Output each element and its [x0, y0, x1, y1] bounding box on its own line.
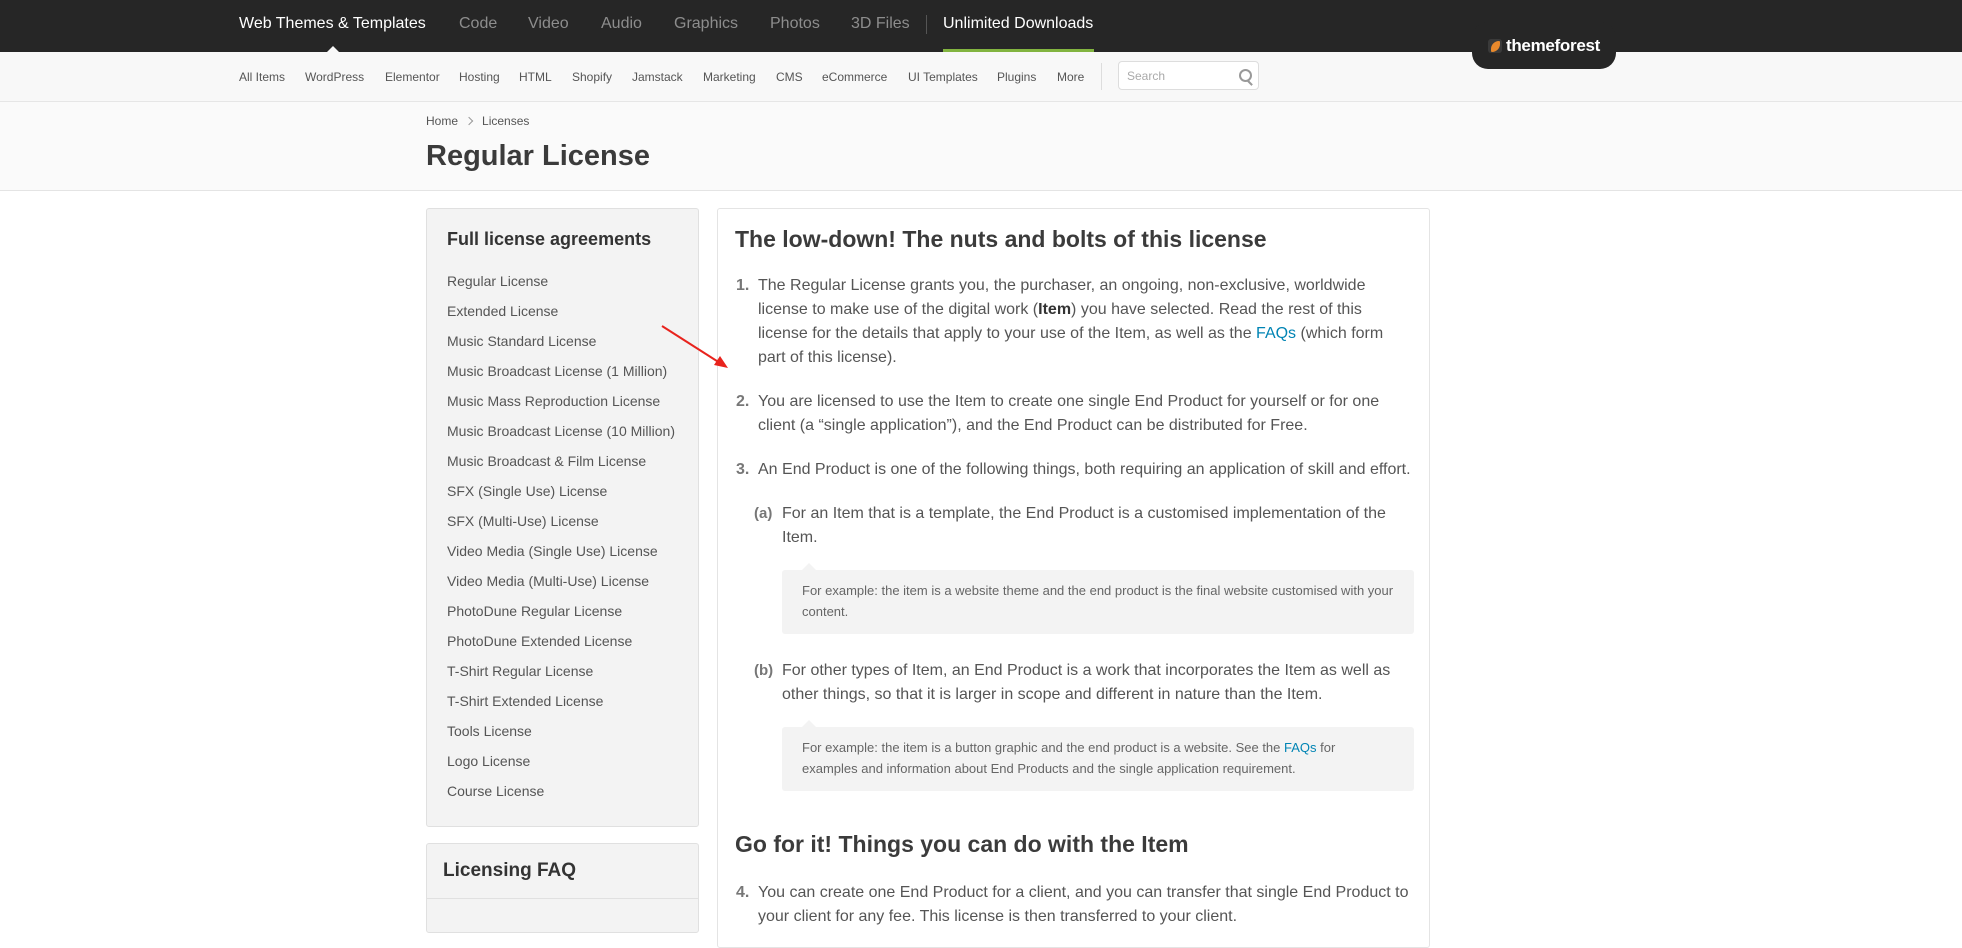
sidebar-item-music-standard[interactable]: Music Standard License [447, 333, 596, 349]
category-graphics[interactable]: Graphics [674, 15, 738, 33]
clause-number-2: 2. [736, 393, 750, 410]
sidebar-item-logo[interactable]: Logo License [447, 753, 530, 769]
subnav-more[interactable]: More [1057, 70, 1084, 84]
clause-number-3b: (b) [754, 662, 774, 679]
sidebar-item-music-broadcast-1m[interactable]: Music Broadcast License (1 Million) [447, 363, 667, 379]
page-title: Regular License [426, 140, 651, 172]
sidebar-item-video-multi[interactable]: Video Media (Multi-Use) License [447, 573, 649, 589]
clause-3: An End Product is one of the following t… [758, 461, 1411, 478]
category-divider [926, 15, 927, 34]
license-content: The low-down! The nuts and bolts of this… [717, 208, 1430, 948]
sidebar-item-music-broadcast-10m[interactable]: Music Broadcast License (10 Million) [447, 423, 675, 439]
sidebar-item-tools[interactable]: Tools License [447, 723, 532, 739]
breadcrumb-licenses[interactable]: Licenses [482, 114, 529, 128]
licensing-faq-title: Licensing FAQ [443, 860, 577, 881]
subnav-elementor[interactable]: Elementor [385, 70, 440, 84]
faqs-link[interactable]: FAQs [1256, 325, 1296, 342]
sidebar-item-sfx-single[interactable]: SFX (Single Use) License [447, 483, 607, 499]
example-note-graphic: For example: the item is a button graphi… [782, 720, 1414, 791]
section-heading-go-for-it: Go for it! Things you can do with the It… [735, 831, 1189, 857]
breadcrumb: Home Licenses [426, 114, 529, 128]
subnav-ui-templates[interactable]: UI Templates [908, 70, 978, 84]
search-icon[interactable] [1239, 69, 1252, 82]
subnav-hosting[interactable]: Hosting [459, 70, 500, 84]
subnav-html[interactable]: HTML [519, 70, 552, 84]
leaf-logo-icon [1487, 38, 1502, 53]
license-agreements-sidebar: Full license agreements Regular License … [426, 208, 699, 827]
breadcrumb-home[interactable]: Home [426, 114, 458, 128]
red-arrow-icon [661, 325, 728, 368]
subnav-plugins[interactable]: Plugins [997, 70, 1036, 84]
subnav-divider [1101, 63, 1102, 90]
sidebar-item-photodune-regular[interactable]: PhotoDune Regular License [447, 603, 622, 619]
sidebar-item-video-single[interactable]: Video Media (Single Use) License [447, 543, 658, 559]
sidebar-title: Full license agreements [447, 229, 652, 249]
sidebar-item-sfx-multi[interactable]: SFX (Multi-Use) License [447, 513, 599, 529]
unlimited-downloads-link[interactable]: Unlimited Downloads [943, 15, 1093, 33]
licensing-faq-panel: Licensing FAQ [426, 843, 699, 933]
clause-1-item-bold: Item [1038, 301, 1072, 318]
clause-number-3: 3. [736, 461, 750, 478]
clause-2: You are licensed to use the Item to crea… [758, 393, 1380, 434]
category-code[interactable]: Code [459, 15, 497, 33]
subnav-shopify[interactable]: Shopify [572, 70, 612, 84]
clause-number-4: 4. [736, 884, 750, 901]
clause-3b: For other types of Item, an End Product … [782, 662, 1391, 703]
sidebar-item-course[interactable]: Course License [447, 783, 544, 799]
clause-number-1: 1. [736, 277, 750, 294]
subnav-ecommerce[interactable]: eCommerce [822, 70, 887, 84]
subnav-cms[interactable]: CMS [776, 70, 803, 84]
subnav-wordpress[interactable]: WordPress [305, 70, 364, 84]
section-heading-lowdown: The low-down! The nuts and bolts of this… [735, 226, 1267, 252]
sidebar-item-music-broadcast-film[interactable]: Music Broadcast & Film License [447, 453, 646, 469]
subnav-jamstack[interactable]: Jamstack [632, 70, 683, 84]
sidebar-item-music-mass-reproduction[interactable]: Music Mass Reproduction License [447, 393, 660, 409]
search-input[interactable] [1119, 62, 1237, 89]
subnav-all-items[interactable]: All Items [239, 70, 285, 84]
brand-name: themeforest [1505, 35, 1600, 55]
subnav-marketing[interactable]: Marketing [703, 70, 756, 84]
sidebar-item-tshirt-regular[interactable]: T-Shirt Regular License [447, 663, 593, 679]
sidebar-item-extended-license[interactable]: Extended License [447, 303, 558, 319]
search-box [1118, 61, 1259, 90]
sidebar-item-regular-license[interactable]: Regular License [447, 273, 548, 289]
clause-number-3a: (a) [754, 505, 773, 522]
note-faqs-link[interactable]: FAQs [1284, 740, 1317, 755]
page-header: Home Licenses Regular License [0, 102, 1962, 191]
category-3d-files[interactable]: 3D Files [851, 15, 910, 33]
top-category-bar: Web Themes & Templates Code Video Audio … [0, 0, 1962, 52]
license-list: Regular License Extended License Music S… [447, 273, 675, 813]
category-video[interactable]: Video [528, 15, 569, 33]
category-web-themes[interactable]: Web Themes & Templates [239, 15, 426, 33]
note-text-a: For example: the item is a button graphi… [802, 740, 1285, 755]
category-photos[interactable]: Photos [770, 15, 820, 33]
sidebar-item-tshirt-extended[interactable]: T-Shirt Extended License [447, 693, 603, 709]
faq-divider [427, 898, 698, 899]
chevron-right-icon [464, 116, 474, 126]
example-note-template: For example: the item is a website theme… [782, 563, 1414, 634]
clause-1: The Regular License grants you, the purc… [758, 274, 1388, 370]
category-audio[interactable]: Audio [601, 15, 642, 33]
clause-4: You can create one End Product for a cli… [758, 884, 1409, 925]
sidebar-item-photodune-extended[interactable]: PhotoDune Extended License [447, 633, 632, 649]
clause-3a: For an Item that is a template, the End … [782, 505, 1386, 546]
themeforest-logo[interactable]: themeforest [1472, 22, 1616, 69]
subcategory-nav: All Items WordPress Elementor Hosting HT… [0, 52, 1962, 102]
